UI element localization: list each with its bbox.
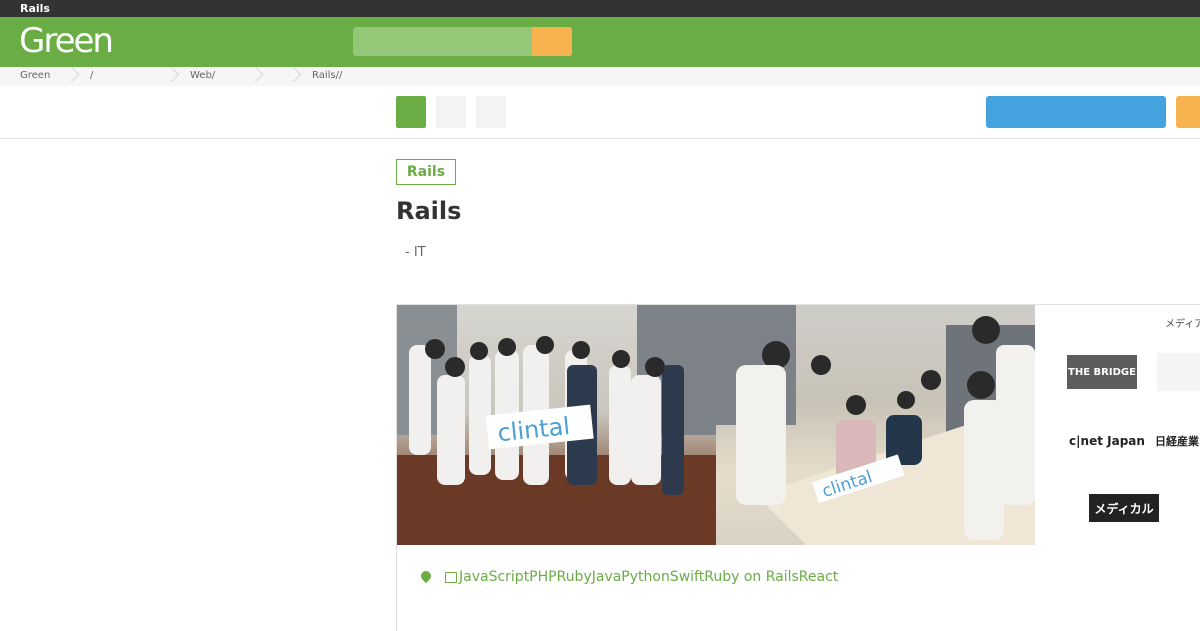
the-bridge-logo: THE BRIDGE [1067, 355, 1137, 389]
search-input[interactable] [353, 27, 532, 56]
job-category-tag[interactable]: Rails [396, 159, 456, 185]
breadcrumb-item-current: Rails// [312, 70, 343, 81]
action-button-primary[interactable] [396, 96, 426, 128]
tech-stack-text: JavaScriptPHPRubyJavaPythonSwiftRuby on … [459, 569, 839, 585]
company-subtitle: - IT [405, 245, 426, 260]
breadcrumb-item[interactable]: Web/ [190, 67, 215, 85]
breadcrumb-chevron-icon [247, 66, 264, 83]
site-logo[interactable]: Green [19, 21, 114, 61]
medical-logo: メディカル [1089, 494, 1159, 522]
media-logo-label: 日経産業 [1155, 435, 1199, 448]
media-coverage-panel: メディア THE BRIDGE c|net Japan 日経産業 メディカル [1035, 305, 1200, 545]
media-label: メディア [1165, 319, 1200, 330]
nikkei-logo: 日経産業 [1155, 431, 1200, 451]
breadcrumb: Green / Web/ Rails// [0, 66, 1200, 87]
breadcrumb-chevron-icon [63, 66, 80, 83]
bookmark-button[interactable] [1176, 96, 1200, 128]
action-toolbar [0, 86, 1200, 139]
company-gallery: clintal clintal メディア THE BRIDGE c|net Ja… [396, 304, 1200, 631]
breadcrumb-item[interactable]: / [90, 67, 93, 85]
media-logo-label: c|net Japan [1069, 434, 1145, 448]
team-photo: clintal [397, 305, 716, 545]
media-logo-label: メディカル [1094, 501, 1154, 516]
window-titlebar: Rails [0, 0, 1200, 17]
media-logo-label: THE BRIDGE [1068, 366, 1136, 378]
window-title: Rails [20, 2, 50, 15]
site-header: Green [0, 17, 1200, 67]
action-button[interactable] [476, 96, 506, 128]
media-logo-faded [1157, 353, 1200, 391]
search-button[interactable] [532, 27, 572, 56]
meeting-photo: clintal [716, 305, 1035, 545]
breadcrumb-chevron-icon [285, 66, 302, 83]
cnet-japan-logo: c|net Japan [1067, 423, 1147, 459]
breadcrumb-item-home[interactable]: Green [20, 67, 50, 85]
location-pin-icon [418, 568, 434, 584]
action-button[interactable] [436, 96, 466, 128]
breadcrumb-chevron-icon [163, 66, 180, 83]
code-icon [445, 572, 457, 583]
job-title: Rails [396, 197, 462, 225]
apply-button[interactable] [986, 96, 1166, 128]
